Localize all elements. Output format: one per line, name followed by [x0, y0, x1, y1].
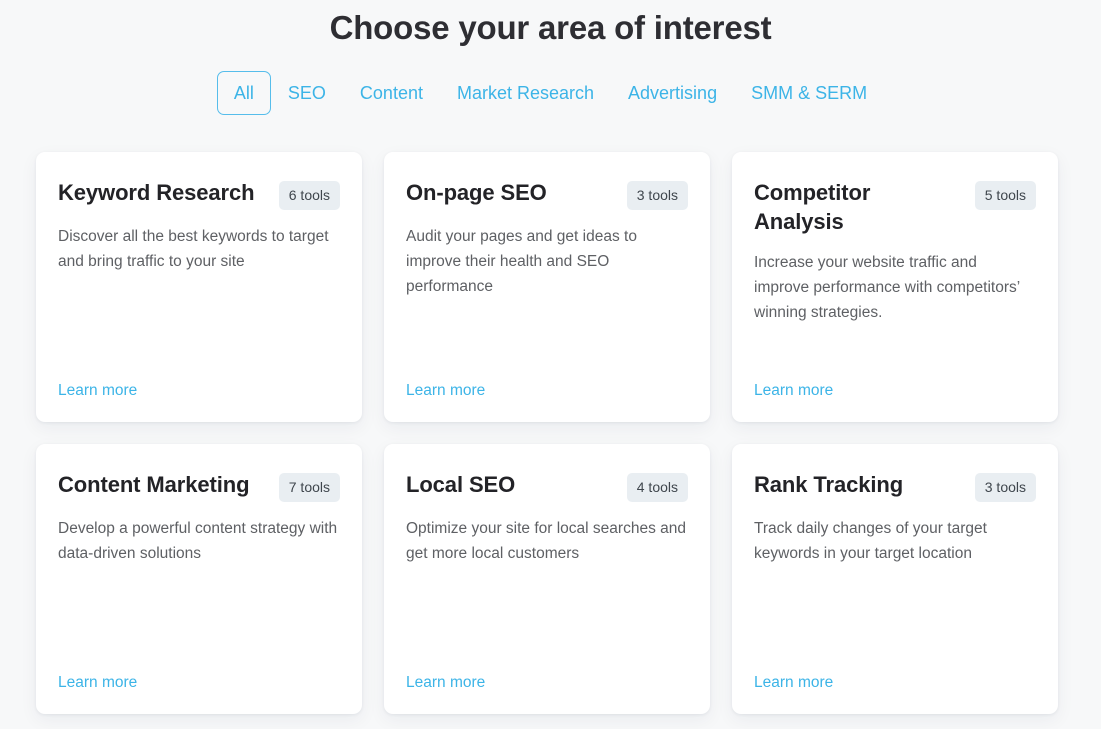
learn-more-link[interactable]: Learn more	[58, 673, 137, 693]
card-title: On-page SEO	[406, 180, 547, 205]
tool-category-grid: Keyword Research 6 tools Discover all th…	[36, 152, 1060, 714]
tab-all[interactable]: All	[216, 71, 271, 115]
learn-more-link[interactable]: Learn more	[58, 381, 137, 401]
card-header: Rank Tracking 3 tools	[754, 470, 1036, 502]
card-description: Audit your pages and get ideas to improv…	[406, 228, 637, 295]
card-keyword-research[interactable]: Keyword Research 6 tools Discover all th…	[36, 152, 362, 422]
card-local-seo[interactable]: Local SEO 4 tools Optimize your site for…	[384, 444, 710, 714]
learn-more-link[interactable]: Learn more	[406, 381, 485, 401]
learn-more-link[interactable]: Learn more	[406, 673, 485, 693]
tab-seo[interactable]: SEO	[271, 71, 343, 115]
card-description: Track daily changes of your target keywo…	[754, 520, 987, 562]
card-tools-badge: 6 tools	[278, 181, 340, 210]
card-tools-badge: 3 tools	[626, 181, 688, 210]
card-tools-badge: 3 tools	[974, 473, 1036, 502]
category-tabs: All SEO Content Market Research Advertis…	[0, 70, 1101, 116]
card-header: Keyword Research 6 tools	[58, 178, 340, 210]
card-description: Discover all the best keywords to target…	[58, 228, 329, 270]
card-content-marketing[interactable]: Content Marketing 7 tools Develop a powe…	[36, 444, 362, 714]
card-title: Competitor Analysis	[754, 180, 871, 234]
card-description: Develop a powerful content strategy with…	[58, 520, 338, 562]
card-header: On-page SEO 3 tools	[406, 178, 688, 210]
card-rank-tracking[interactable]: Rank Tracking 3 tools Track daily change…	[732, 444, 1058, 714]
card-title: Local SEO	[406, 472, 516, 497]
card-tools-badge: 7 tools	[278, 473, 340, 502]
tab-smm-serm[interactable]: SMM & SERM	[734, 71, 884, 115]
card-description: Increase your website traffic and improv…	[754, 254, 1020, 321]
card-competitor-analysis[interactable]: Competitor Analysis 5 tools Increase you…	[732, 152, 1058, 422]
tab-market-research[interactable]: Market Research	[440, 71, 611, 115]
card-title: Rank Tracking	[754, 472, 904, 497]
page-root: Choose your area of interest All SEO Con…	[0, 0, 1101, 729]
tab-advertising[interactable]: Advertising	[611, 71, 734, 115]
card-header: Local SEO 4 tools	[406, 470, 688, 502]
card-header: Competitor Analysis 5 tools	[754, 178, 1036, 236]
card-description: Optimize your site for local searches an…	[406, 520, 686, 562]
tab-content[interactable]: Content	[343, 71, 440, 115]
card-tools-badge: 5 tools	[974, 181, 1036, 210]
learn-more-link[interactable]: Learn more	[754, 381, 833, 401]
learn-more-link[interactable]: Learn more	[754, 673, 833, 693]
page-title: Choose your area of interest	[329, 9, 772, 46]
card-title: Keyword Research	[58, 180, 255, 205]
card-tools-badge: 4 tools	[626, 473, 688, 502]
card-on-page-seo[interactable]: On-page SEO 3 tools Audit your pages and…	[384, 152, 710, 422]
card-title: Content Marketing	[58, 472, 250, 497]
card-header: Content Marketing 7 tools	[58, 470, 340, 502]
